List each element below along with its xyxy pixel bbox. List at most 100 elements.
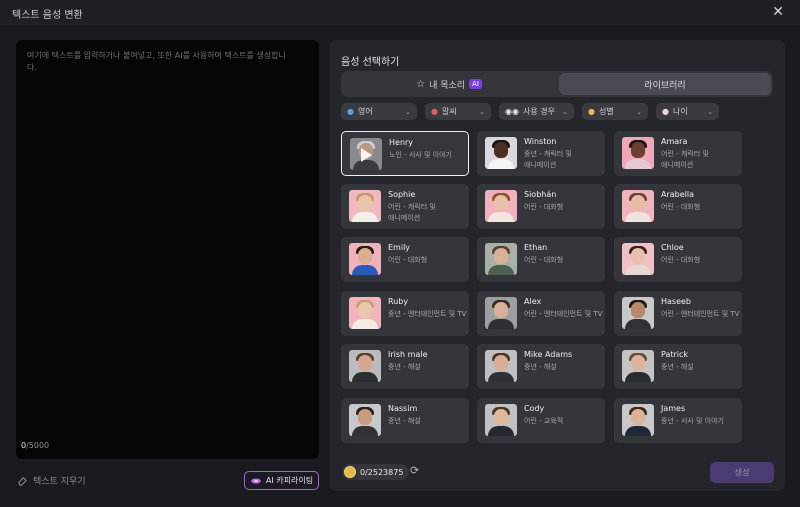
tab-library[interactable]: 라이브러리: [559, 73, 771, 95]
voice-card[interactable]: Emily 어린 - 대화형: [341, 237, 469, 282]
voice-card[interactable]: Henry 노인 - 서사 및 이야기: [341, 131, 469, 176]
voice-panel: 음성 선택하기 ☆ 내 목소리 AI 라이브러리 ● 영어 ⌄ ● 말씨 ⌄ ◉…: [330, 40, 785, 491]
voice-name: Haseeb: [661, 297, 692, 306]
title-bar: 텍스트 음성 변환 ✕: [0, 0, 800, 25]
play-icon[interactable]: [361, 148, 372, 162]
avatar: [349, 297, 381, 329]
cake-icon: ●: [662, 107, 669, 116]
voice-card[interactable]: Mike Adams 중년 - 해설: [477, 344, 605, 389]
voice-name: Winston: [524, 137, 557, 146]
voice-name: Siobhán: [524, 190, 557, 199]
voice-card[interactable]: Chloe 어린 - 대화형: [614, 237, 742, 282]
avatar: [349, 404, 381, 436]
chevron-down-icon: ⌄: [405, 107, 411, 116]
voice-desc: 중년 - 해설: [661, 363, 694, 371]
avatar: [485, 350, 517, 382]
avatar: [622, 137, 654, 169]
char-counter: 0/5000: [21, 441, 49, 450]
voice-desc: 중년 - 해설: [388, 363, 421, 371]
voice-desc: 어린 - 엔터테인먼트 및 TV: [661, 310, 740, 318]
ai-sparkle-icon: [250, 477, 261, 484]
voice-card[interactable]: Irish male 중년 - 해설: [341, 344, 469, 389]
ai-badge: AI: [469, 79, 482, 89]
voice-card[interactable]: Haseeb 어린 - 엔터테인먼트 및 TV: [614, 291, 742, 336]
voice-desc: 중년 - 엔터테인먼트 및 TV: [388, 310, 467, 318]
voice-card[interactable]: Nassim 중년 - 해설: [341, 398, 469, 443]
voice-desc: 중년 - 해설: [524, 363, 557, 371]
voice-tabs: ☆ 내 목소리 AI 라이브러리: [341, 71, 773, 97]
avatar: [485, 297, 517, 329]
voice-card[interactable]: Ruby 중년 - 엔터테인먼트 및 TV: [341, 291, 469, 336]
credit-balance-value: 0/2523875: [360, 467, 404, 477]
voice-desc: 중년 - 해설: [388, 417, 421, 425]
voice-name: Arabella: [661, 190, 695, 199]
voice-desc: 중년 - 서사 및 이야기: [661, 417, 724, 425]
star-icon: ☆: [416, 78, 426, 90]
filter-accent[interactable]: ● 말씨 ⌄: [425, 103, 491, 120]
voice-name: Chloe: [661, 243, 684, 252]
avatar: [485, 243, 517, 275]
close-icon[interactable]: ✕: [772, 4, 784, 20]
clear-text-button[interactable]: 텍스트 지우기: [17, 474, 86, 487]
voice-card[interactable]: Winston 중년 - 캐릭터 및 애니메이션: [477, 131, 605, 176]
avatar: [349, 243, 381, 275]
avatar: [349, 350, 381, 382]
filter-gender[interactable]: ● 성별 ⌄: [582, 103, 648, 120]
chevron-down-icon: ⌄: [562, 107, 568, 116]
generate-button[interactable]: 생성: [710, 462, 774, 483]
voice-card[interactable]: Cody 어린 - 교육적: [477, 398, 605, 443]
ai-copywriting-button[interactable]: AI 카피라이팅: [244, 471, 319, 490]
flag-icon: ●: [431, 107, 438, 116]
voice-name: Ruby: [388, 297, 409, 306]
window-title: 텍스트 음성 변환: [12, 10, 83, 21]
avatar: [622, 243, 654, 275]
avatar: [622, 190, 654, 222]
chevron-down-icon: ⌄: [479, 107, 485, 116]
voice-card[interactable]: Alex 어린 - 엔터테인먼트 및 TV: [477, 291, 605, 336]
voice-card[interactable]: Amara 어린 - 캐릭터 및 애니메이션: [614, 131, 742, 176]
generate-label: 생성: [734, 468, 750, 477]
voice-name: Cody: [524, 404, 545, 413]
voice-card[interactable]: Patrick 중년 - 해설: [614, 344, 742, 389]
refresh-icon[interactable]: ⟳: [410, 464, 419, 477]
voice-desc: 중년 - 캐릭터 및 애니메이션: [524, 150, 572, 169]
voice-name: James: [661, 404, 686, 413]
globe-icon: ●: [347, 107, 354, 116]
avatar: [350, 138, 382, 170]
voice-card[interactable]: Siobhán 어린 - 대화형: [477, 184, 605, 229]
avatar: [622, 350, 654, 382]
voice-name: Mike Adams: [524, 350, 573, 359]
tab-my-voice[interactable]: ☆ 내 목소리 AI: [343, 73, 555, 95]
text-input-area[interactable]: 여기에 텍스트를 입력하거나 붙여넣고, 또한 AI를 사용하여 텍스트를 생성…: [16, 40, 319, 459]
filter-accent-label: 말씨: [441, 107, 457, 116]
voice-desc: 어린 - 대화형: [524, 256, 564, 264]
voice-card[interactable]: James 중년 - 서사 및 이야기: [614, 398, 742, 443]
avatar: [485, 137, 517, 169]
tab-my-voice-label: 내 목소리: [429, 80, 466, 91]
voice-name: Patrick: [661, 350, 689, 359]
voice-card[interactable]: Arabella 어린 - 대화형: [614, 184, 742, 229]
filter-use-case[interactable]: ◉◉ 사용 경우 ⌄: [499, 103, 574, 120]
filter-age-label: 나이: [672, 107, 688, 116]
voice-desc: 어린 - 대화형: [661, 256, 701, 264]
voice-card[interactable]: Ethan 어린 - 대화형: [477, 237, 605, 282]
text-input-placeholder: 여기에 텍스트를 입력하거나 붙여넣고, 또한 AI를 사용하여 텍스트를 생성…: [27, 51, 286, 72]
ai-copywriting-label: AI 카피라이팅: [265, 476, 314, 485]
coin-icon: [344, 466, 356, 478]
filter-language[interactable]: ● 영어 ⌄: [341, 103, 417, 120]
eyes-icon: ◉◉: [505, 107, 519, 116]
voice-name: Nassim: [388, 404, 418, 413]
filter-use-case-label: 사용 경우: [522, 107, 555, 116]
chevron-down-icon: ⌄: [636, 107, 642, 116]
clear-text-label: 텍스트 지우기: [33, 477, 86, 487]
voice-desc: 어린 - 대화형: [388, 256, 428, 264]
voice-card[interactable]: Sophie 어린 - 캐릭터 및 애니메이션: [341, 184, 469, 229]
voice-desc: 노인 - 서사 및 이야기: [389, 151, 452, 159]
voice-name: Ethan: [524, 243, 548, 252]
voice-desc: 어린 - 엔터테인먼트 및 TV: [524, 310, 603, 318]
filter-age[interactable]: ● 나이 ⌄: [656, 103, 719, 120]
voice-name: Irish male: [388, 350, 428, 359]
filter-bar: ● 영어 ⌄ ● 말씨 ⌄ ◉◉ 사용 경우 ⌄ ● 성별 ⌄ ● 나이 ⌄: [341, 103, 781, 121]
voice-desc: 어린 - 캐릭터 및 애니메이션: [388, 203, 436, 222]
voice-name: Emily: [388, 243, 411, 252]
